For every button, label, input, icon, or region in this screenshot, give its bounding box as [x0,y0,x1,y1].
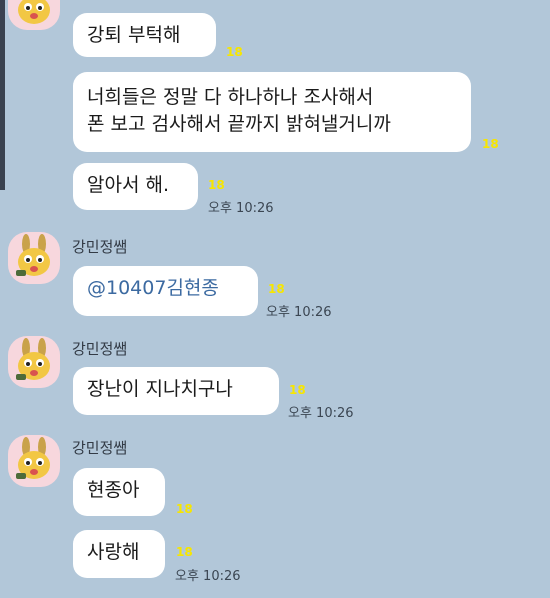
unread-count: 18 [482,137,499,151]
message-bubble[interactable]: 강퇴 부턱해 [73,13,216,57]
cartoon-bunny-avatar-icon [18,0,50,24]
message-bubble[interactable]: @10407김현종 [73,266,258,316]
sender-name: 강민정쌤 [72,340,128,358]
sender-name: 강민정쌤 [72,439,128,457]
message-text-line: 너희들은 정말 다 하나하나 조사해서 [87,86,374,108]
unread-count: 18 [176,502,193,516]
message-bubble[interactable]: 사랑해 [73,530,165,578]
avatar[interactable] [8,435,60,487]
message-time: 오후 10:26 [288,406,354,421]
unread-count: 18 [268,282,285,296]
window-left-edge [0,0,5,190]
sender-name: 강민정쌤 [72,238,128,256]
message-text-line: 폰 보고 검사해서 끝까지 밝혀낼거니까 [87,113,391,135]
avatar[interactable] [8,336,60,388]
unread-count: 18 [289,383,306,397]
message-time: 오후 10:26 [208,201,274,216]
message-time: 오후 10:26 [266,305,332,320]
message-bubble[interactable]: 너희들은 정말 다 하나하나 조사해서 폰 보고 검사해서 끝까지 밝혀낼거니까 [73,72,471,152]
cartoon-bunny-avatar-icon [16,234,50,276]
message-bubble[interactable]: 알아서 해. [73,163,198,210]
unread-count: 18 [176,545,193,559]
message-text: 사랑해 [87,541,140,563]
message-text: 알아서 해. [87,174,169,196]
cartoon-bunny-avatar-icon [16,338,50,380]
cartoon-bunny-avatar-icon [16,437,50,479]
message-text: 장난이 지나치구나 [87,378,233,400]
message-time: 오후 10:26 [175,569,241,584]
avatar[interactable] [8,0,60,30]
message-bubble[interactable]: 장난이 지나치구나 [73,367,279,415]
message-bubble[interactable]: 현종아 [73,468,165,516]
avatar[interactable] [8,232,60,284]
message-text: 강퇴 부턱해 [87,24,181,46]
unread-count: 18 [226,45,243,59]
message-text: 현종아 [87,479,140,501]
mention-text[interactable]: @10407김현종 [87,277,219,299]
unread-count: 18 [208,178,225,192]
